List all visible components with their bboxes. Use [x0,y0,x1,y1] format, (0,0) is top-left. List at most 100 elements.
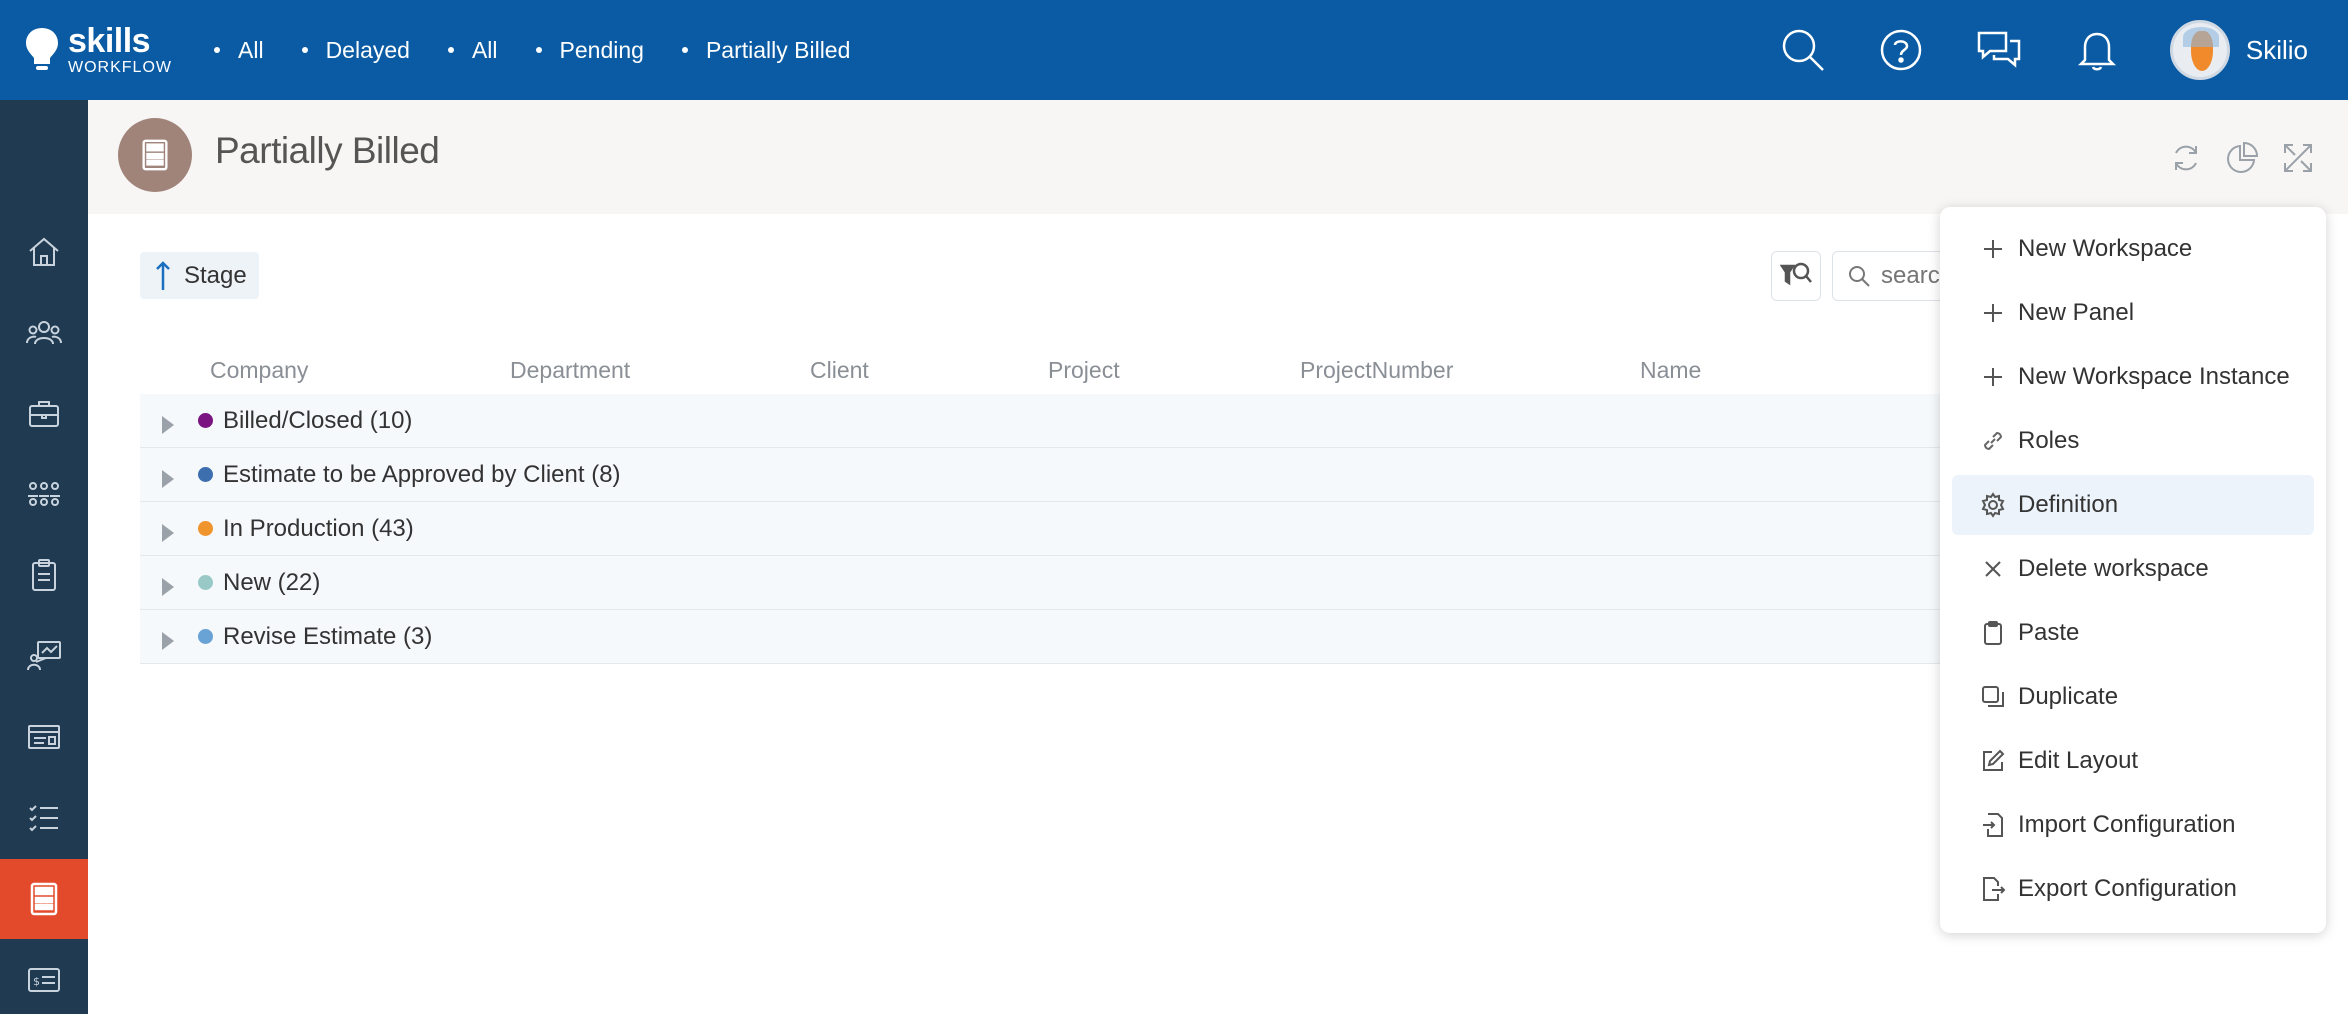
group-row[interactable]: Billed/Closed (10) [140,394,1940,448]
calculator-icon [142,139,168,171]
users-icon [26,321,62,345]
expand-caret-icon[interactable] [162,631,174,650]
menu-item-new-workspace-instance[interactable]: New Workspace Instance [1952,347,2314,407]
presentation-icon [27,641,61,671]
checklist-icon [29,805,58,832]
import-icon [1983,813,2003,837]
chart-button[interactable] [2222,138,2262,178]
arrow-up-icon [156,260,170,290]
menu-item-import-configuration[interactable]: Import Configuration [1952,795,2314,855]
sidebar-item-checklist[interactable] [0,778,88,858]
expand-caret-icon[interactable] [162,523,174,542]
expand-caret-icon[interactable] [162,469,174,488]
sidebar-item-billing[interactable] [0,859,88,939]
menu-item-label: Duplicate [2018,683,2119,710]
expand-caret-icon[interactable] [162,577,174,596]
plus-icon [1984,240,2002,258]
sidebar-item-reports[interactable] [0,616,88,696]
expand-icon [2284,144,2312,172]
search-icon [1782,29,1824,71]
sidebar-item-briefcase[interactable] [0,374,88,454]
export-icon [1983,877,2006,901]
column-header-name[interactable]: Name [1640,357,1701,384]
menu-item-paste[interactable]: Paste [1952,603,2314,663]
breadcrumb: All Delayed All Pending Partially Billed [214,0,888,100]
group-row[interactable]: Estimate to be Approved by Client (8) [140,448,1940,502]
briefcase-icon [29,401,59,427]
calculator-icon [30,882,58,916]
menu-item-label: Paste [2018,619,2080,646]
menu-item-export-configuration[interactable]: Export Configuration [1952,859,2314,919]
column-header-project[interactable]: Project [1048,357,1120,384]
sidebar-item-invoices[interactable]: $ [0,940,88,1014]
pie-chart-icon [2227,141,2259,173]
logo-main-text: skills [68,22,151,60]
page-title: Partially Billed [215,130,440,171]
menu-item-label: New Workspace Instance [2018,363,2290,390]
breadcrumb-item-all-2[interactable]: All [448,37,498,64]
column-header-client[interactable]: Client [810,357,869,384]
help-button[interactable] [1876,25,1926,75]
menu-item-duplicate[interactable]: Duplicate [1952,667,2314,727]
sidebar-item-cards[interactable] [0,697,88,777]
menu-item-label: Export Configuration [2018,875,2237,902]
filter-button[interactable] [1771,251,1821,301]
refresh-button[interactable] [2166,138,2206,178]
svg-text:$: $ [33,975,40,988]
sidebar-item-team[interactable] [0,454,88,534]
menu-item-new-panel[interactable]: New Panel [1952,283,2314,343]
group-row[interactable]: Revise Estimate (3) [140,610,1940,664]
group-list: Billed/Closed (10) Estimate to be Approv… [140,394,1940,664]
group-row[interactable]: New (22) [140,556,1940,610]
breadcrumb-item-all[interactable]: All [214,37,264,64]
menu-item-new-workspace[interactable]: New Workspace [1952,219,2314,279]
chat-button[interactable] [1974,25,2024,75]
sidebar-item-home[interactable] [0,212,88,292]
search-field[interactable] [1832,251,1952,301]
group-label: New (22) [223,568,321,596]
clipboard-icon [1984,621,2002,645]
column-header-projectnumber[interactable]: ProjectNumber [1300,357,1453,384]
close-icon [1985,561,2001,577]
menu-item-definition[interactable]: Definition [1952,475,2314,535]
group-label: In Production (43) [223,514,414,542]
team-icon [28,482,60,506]
notifications-button[interactable] [2072,25,2122,75]
group-row[interactable]: In Production (43) [140,502,1940,556]
search-icon [1849,266,1870,287]
chat-icon [1977,31,2021,68]
menu-item-label: Roles [2018,427,2080,454]
expand-caret-icon[interactable] [162,415,174,434]
avatar [2169,20,2230,80]
stage-sort-chip[interactable]: Stage [140,252,259,299]
menu-item-label: Delete workspace [2018,555,2209,582]
refresh-icon [2175,145,2197,171]
app-logo[interactable]: skills WORKFLOW [24,24,172,76]
card-icon [28,725,60,749]
sidebar-item-users[interactable] [0,293,88,373]
column-header-company[interactable]: Company [210,357,308,384]
column-header-department[interactable]: Department [510,357,630,384]
menu-item-label: Definition [2018,491,2119,518]
search-button[interactable] [1778,25,1828,75]
menu-item-edit-layout[interactable]: Edit Layout [1952,731,2314,791]
sidebar-item-tasks[interactable] [0,535,88,615]
invoice-icon: $ [28,968,60,992]
page-icon [118,118,192,192]
duplicate-icon [1982,686,2004,707]
status-dot [198,413,213,428]
workspace-menu: New Workspace New Panel New Workspace In… [1940,207,2326,933]
breadcrumb-item-delayed[interactable]: Delayed [302,37,410,64]
menu-item-delete-workspace[interactable]: Delete workspace [1952,539,2314,599]
status-dot [198,575,213,590]
breadcrumb-item-partially-billed[interactable]: Partially Billed [682,37,850,64]
plus-icon [1984,304,2002,322]
gear-icon [1981,492,2005,518]
menu-item-label: New Workspace [2018,235,2193,262]
menu-item-roles[interactable]: Roles [1952,411,2314,471]
user-menu[interactable]: Skilio [2169,20,2308,80]
expand-button[interactable] [2278,138,2318,178]
top-bar: skills WORKFLOW All Delayed All Pending … [0,0,2348,100]
home-icon [29,237,59,266]
breadcrumb-item-pending[interactable]: Pending [536,37,644,64]
